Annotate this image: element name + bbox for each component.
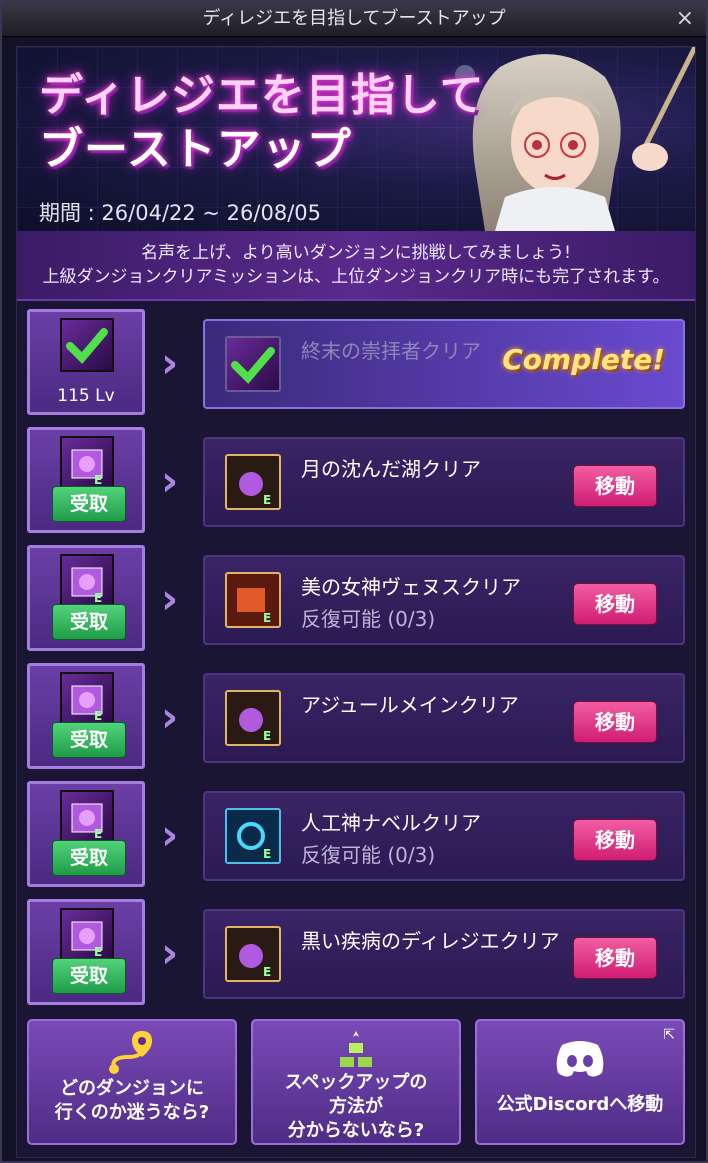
reward-slot: 115 Lv xyxy=(27,309,145,415)
chevron-right-icon: › xyxy=(161,692,179,741)
reward-box-icon: E xyxy=(60,790,114,844)
dungeon-guide-label: どのダンジョンに 行くのか迷うなら? xyxy=(29,1077,235,1125)
claim-button[interactable]: 受取 xyxy=(52,604,126,640)
svg-text:E: E xyxy=(94,709,102,723)
label-line: 分からないなら? xyxy=(287,1120,425,1141)
dungeon-icon: E xyxy=(225,454,281,510)
repeat-count: 反復可能 (0/3) xyxy=(301,843,436,867)
notice-line1: 名声を上げ、より高いダンジョンに挑戦してみましょう! xyxy=(141,243,571,263)
route-icon xyxy=(29,1029,235,1077)
mission-card: E アジュールメインクリア 移動 xyxy=(203,673,685,763)
mission-name: 人工神ナベルクリア xyxy=(301,811,481,835)
banner-title-line1: ディレジエを目指して xyxy=(39,70,485,121)
mission-card: E 月の沈んだ湖クリア 移動 xyxy=(203,437,685,527)
claim-button[interactable]: 受取 xyxy=(52,840,126,876)
move-button[interactable]: 移動 xyxy=(573,937,657,979)
mission-name: 美の女神ヴェヌスクリア xyxy=(301,575,521,599)
reward-level: 115 Lv xyxy=(57,386,115,406)
svg-text:E: E xyxy=(263,847,271,861)
boost-up-window: ディレジエを目指してブーストアップ × ディレジエを目指して ブーストアップ 期… xyxy=(0,0,708,1163)
discord-label: 公式Discordへ移動 xyxy=(496,1094,664,1115)
move-button[interactable]: 移動 xyxy=(573,465,657,507)
dungeon-icon: E xyxy=(225,926,281,982)
mission-name: 終末の崇拝者クリア xyxy=(301,339,481,363)
chevron-right-icon: › xyxy=(161,456,179,505)
mission-row: 115 Lv › 終末の崇拝者クリア Complete! xyxy=(27,309,687,415)
mission-card: E 人工神ナベルクリア 反復可能 (0/3) 移動 xyxy=(203,791,685,881)
chevron-right-icon: › xyxy=(161,338,179,387)
mission-card-completed: 終末の崇拝者クリア Complete! xyxy=(203,319,685,409)
reward-box-icon: E xyxy=(60,672,114,726)
claim-button[interactable]: 受取 xyxy=(52,722,126,758)
svg-text:E: E xyxy=(263,729,271,743)
mission-name: アジュールメインクリア xyxy=(301,693,519,717)
mission-row: E 受取 › E 月の沈んだ湖クリア 移動 xyxy=(27,427,687,533)
complete-label: Complete! xyxy=(502,343,665,376)
reward-box-icon: E xyxy=(60,554,114,608)
check-icon xyxy=(60,318,114,372)
banner-title: ディレジエを目指して ブーストアップ xyxy=(39,69,485,177)
move-button[interactable]: 移動 xyxy=(573,819,657,861)
move-button[interactable]: 移動 xyxy=(573,583,657,625)
event-period: 期間 : 26/04/22 ~ 26/08/05 xyxy=(39,201,322,225)
move-button[interactable]: 移動 xyxy=(573,701,657,743)
window-title: ディレジエを目指してブーストアップ xyxy=(202,8,506,29)
reward-slot: E 受取 xyxy=(27,781,145,887)
chevron-right-icon: › xyxy=(161,574,179,623)
label-line: 方法が xyxy=(329,1096,383,1117)
svg-text:E: E xyxy=(263,611,271,625)
reward-box-icon: E xyxy=(60,908,114,962)
mission-row: E 受取 › E 人工神ナベルクリア 反復可能 (0/3) 移動 xyxy=(27,781,687,887)
event-banner: ディレジエを目指して ブーストアップ 期間 : 26/04/22 ~ 26/08… xyxy=(17,47,695,231)
svg-text:E: E xyxy=(94,827,102,841)
event-panel: ディレジエを目指して ブーストアップ 期間 : 26/04/22 ~ 26/08… xyxy=(16,46,696,1158)
svg-text:E: E xyxy=(94,591,102,605)
close-icon[interactable]: × xyxy=(676,2,694,36)
repeat-count: 反復可能 (0/3) xyxy=(301,607,436,631)
title-bar: ディレジエを目指してブーストアップ × xyxy=(2,2,706,37)
spec-up-guide-label: スペックアップの 方法が 分からないなら? xyxy=(253,1071,459,1143)
mission-row: E 受取 › E アジュールメインクリア 移動 xyxy=(27,663,687,769)
svg-text:E: E xyxy=(263,493,271,507)
claim-button[interactable]: 受取 xyxy=(52,958,126,994)
reward-box-icon: E xyxy=(60,436,114,490)
dungeon-icon: E xyxy=(225,808,281,864)
mission-name: 月の沈んだ湖クリア xyxy=(301,457,481,481)
reward-slot: E 受取 xyxy=(27,427,145,533)
reward-slot: E 受取 xyxy=(27,545,145,651)
banner-title-line2: ブーストアップ xyxy=(39,124,352,175)
mission-name: 黒い疾病のディレジエクリア xyxy=(301,929,560,953)
reward-slot: E 受取 xyxy=(27,899,145,1005)
label-line: スペックアップの xyxy=(284,1072,428,1093)
mission-row: E 受取 › E 美の女神ヴェヌスクリア 反復可能 (0/3) 移動 xyxy=(27,545,687,651)
mission-card: E 美の女神ヴェヌスクリア 反復可能 (0/3) 移動 xyxy=(203,555,685,645)
check-icon xyxy=(225,336,281,392)
svg-text:E: E xyxy=(94,473,102,487)
discord-button[interactable]: ⇱ 公式Discordへ移動 xyxy=(475,1019,685,1145)
dungeon-icon: E xyxy=(225,690,281,746)
mission-row: E 受取 › E 黒い疾病のディレジエクリア 移動 xyxy=(27,899,687,1005)
dungeon-icon: E xyxy=(225,572,281,628)
reward-slot: E 受取 xyxy=(27,663,145,769)
discord-icon xyxy=(477,1039,683,1087)
notice-line2: 上級ダンジョンクリアミッションは、上位ダンジョンクリア時にも完了されます。 xyxy=(42,267,670,287)
notice-text: 名声を上げ、より高いダンジョンに挑戦してみましょう! 上級ダンジョンクリアミッシ… xyxy=(17,231,695,301)
chevron-right-icon: › xyxy=(161,928,179,977)
claim-button[interactable]: 受取 xyxy=(52,486,126,522)
spec-up-guide-button[interactable]: スペックアップの 方法が 分からないなら? xyxy=(251,1019,461,1145)
stack-icon xyxy=(253,1029,459,1077)
svg-text:E: E xyxy=(94,945,102,959)
dungeon-guide-button[interactable]: どのダンジョンに 行くのか迷うなら? xyxy=(27,1019,237,1145)
mission-card: E 黒い疾病のディレジエクリア 移動 xyxy=(203,909,685,999)
label-line: どのダンジョンに xyxy=(60,1078,204,1099)
chevron-right-icon: › xyxy=(161,810,179,859)
svg-text:E: E xyxy=(263,965,271,979)
label-line: 行くのか迷うなら? xyxy=(54,1102,210,1123)
